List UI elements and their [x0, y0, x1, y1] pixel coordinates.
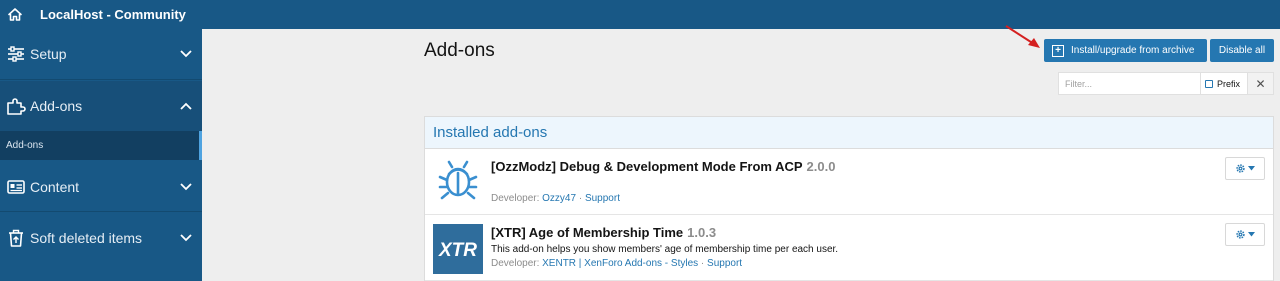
addon-developer: Developer: XENTR | XenForo Add-ons - Sty…	[491, 258, 742, 269]
prefix-checkbox[interactable]: Prefix	[1201, 72, 1248, 95]
chevron-up-icon	[180, 102, 192, 110]
gear-icon	[1236, 164, 1245, 173]
plus-square-icon: +	[1052, 44, 1064, 57]
chevron-down-icon	[180, 234, 192, 242]
support-link[interactable]: Support	[707, 258, 742, 269]
red-arrow-annotation-icon	[1005, 25, 1040, 48]
addon-name: [OzzModz] Debug & Development Mode From …	[491, 159, 803, 174]
separator: ·	[578, 193, 583, 204]
caret-down-icon	[1248, 232, 1255, 237]
addon-title[interactable]: [XTR] Age of Membership Time 1.0.3	[491, 225, 716, 240]
gear-icon	[1236, 230, 1245, 239]
addon-version: 1.0.3	[687, 225, 717, 240]
checkbox-icon	[1205, 79, 1213, 88]
addon-options-button[interactable]	[1225, 157, 1265, 180]
sidebar-subitem-addons[interactable]: Add-ons	[0, 131, 202, 160]
sidebar-item-addons[interactable]: Add-ons	[0, 81, 202, 131]
caret-down-icon	[1248, 166, 1255, 171]
addon-description: This add-on helps you show members' age …	[491, 244, 839, 255]
chevron-down-icon	[180, 182, 192, 190]
addon-name: [XTR] Age of Membership Time	[491, 225, 684, 240]
developer-link[interactable]: Ozzy47	[542, 193, 576, 204]
top-bar: LocalHost - Community	[0, 0, 1280, 29]
active-indicator	[199, 131, 202, 160]
install-upgrade-button[interactable]: + Install/upgrade from archive	[1044, 39, 1207, 62]
support-link[interactable]: Support	[585, 193, 620, 204]
home-icon[interactable]	[0, 0, 30, 29]
sidebar-item-label: Content	[30, 178, 80, 195]
disable-all-button[interactable]: Disable all	[1210, 39, 1274, 62]
developer-label: Developer:	[491, 258, 540, 269]
list-item: [OzzModz] Debug & Development Mode From …	[425, 150, 1273, 215]
sliders-icon	[6, 44, 26, 64]
developer-link[interactable]: XENTR | XenForo Add-ons - Styles	[542, 258, 698, 269]
bug-icon	[433, 154, 483, 204]
sidebar-item-label: Soft deleted items	[30, 230, 143, 246]
addon-options-button[interactable]	[1225, 223, 1265, 246]
sidebar-item-label: Add-ons	[30, 98, 83, 114]
separator: ·	[700, 258, 705, 269]
installed-addons-block: Installed add-ons [OzzModz] Debug & Deve…	[424, 116, 1274, 281]
xtr-logo-icon: XTR	[433, 224, 483, 274]
page-title: Add-ons	[424, 40, 495, 61]
sidebar-item-setup[interactable]: Setup	[0, 29, 202, 80]
install-upgrade-label: Install/upgrade from archive	[1071, 45, 1195, 56]
puzzle-icon	[6, 96, 26, 116]
sidebar-item-content[interactable]: Content	[0, 162, 202, 212]
filter-input[interactable]: Filter...	[1058, 72, 1201, 95]
developer-label: Developer:	[491, 193, 540, 204]
sidebar-subitem-label: Add-ons	[6, 140, 44, 151]
clear-filter-button[interactable]: ✕	[1248, 72, 1274, 95]
site-title[interactable]: LocalHost - Community	[40, 7, 186, 22]
addon-version: 2.0.0	[806, 159, 836, 174]
block-title: Installed add-ons	[425, 117, 1273, 149]
trash-icon	[6, 228, 26, 248]
chevron-down-icon	[180, 50, 192, 58]
addon-title[interactable]: [OzzModz] Debug & Development Mode From …	[491, 159, 835, 174]
list-item: XTR [XTR] Age of Membership Time 1.0.3 Th…	[425, 216, 1273, 281]
sidebar: Setup Add-ons Add-ons Content Soft delet…	[0, 29, 202, 281]
prefix-label: Prefix	[1217, 78, 1241, 89]
id-card-icon	[6, 177, 26, 197]
addon-developer: Developer: Ozzy47 · Support	[491, 193, 620, 204]
svg-text:XTR: XTR	[438, 240, 477, 261]
sidebar-item-soft-deleted[interactable]: Soft deleted items	[0, 213, 202, 263]
sidebar-item-label: Setup	[30, 46, 67, 62]
